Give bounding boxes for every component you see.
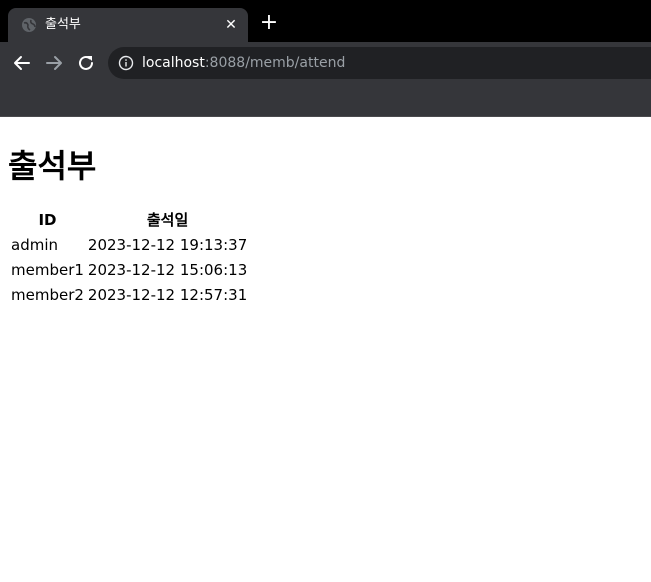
browser-window: 출석부 ✕ + localhost:8088/memb/attend 출석부 I… (0, 0, 651, 582)
info-icon[interactable] (118, 55, 134, 71)
back-arrow-icon[interactable] (12, 53, 32, 73)
toolbar: localhost:8088/memb/attend (0, 42, 651, 84)
cell-id: member1 (11, 261, 84, 279)
reload-icon[interactable] (76, 53, 96, 73)
bookmark-bar (0, 84, 651, 117)
url-path: :8088/memb/attend (204, 55, 346, 71)
tab-strip: 출석부 ✕ + (0, 0, 651, 42)
table-row: admin 2023-12-12 19:13:37 (10, 234, 248, 257)
tab-title: 출석부 (45, 17, 81, 32)
column-header-id: ID (38, 211, 57, 229)
forward-arrow-icon[interactable] (44, 53, 64, 73)
table-row: member1 2023-12-12 15:06:13 (10, 259, 248, 282)
column-header-date: 출석일 (146, 211, 189, 229)
url-host: localhost (142, 55, 205, 71)
table-header-row: ID 출석일 (10, 209, 248, 232)
address-bar[interactable]: localhost:8088/memb/attend (108, 47, 651, 79)
cell-date: 2023-12-12 15:06:13 (87, 261, 248, 279)
cell-id: admin (11, 236, 58, 254)
attendance-table: ID 출석일 admin 2023-12-12 19:13:37 member1… (8, 207, 250, 309)
page-title: 출석부 (8, 147, 97, 185)
page-content: 출석부 ID 출석일 admin 2023-12-12 19:13:37 mem… (0, 117, 651, 317)
cell-date: 2023-12-12 12:57:31 (87, 286, 248, 304)
new-tab-icon[interactable]: + (259, 12, 279, 34)
close-tab-icon[interactable]: ✕ (222, 16, 240, 34)
url-text[interactable]: localhost:8088/memb/attend (142, 54, 345, 72)
cell-date: 2023-12-12 19:13:37 (87, 236, 248, 254)
cell-id: member2 (11, 286, 84, 304)
table-row: member2 2023-12-12 12:57:31 (10, 284, 248, 307)
globe-icon (22, 18, 36, 32)
tab-attend[interactable]: 출석부 ✕ (8, 8, 248, 42)
